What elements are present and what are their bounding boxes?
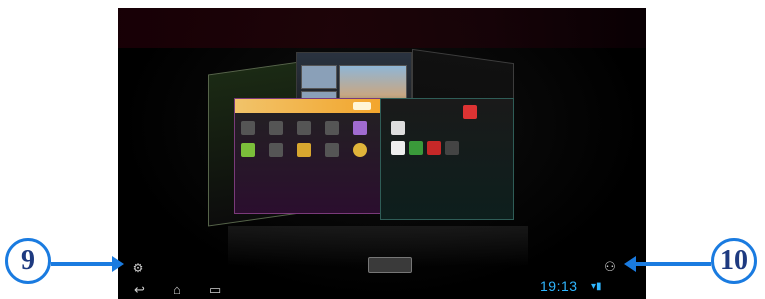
callout-arrow-right — [624, 256, 711, 272]
callout-arrow-left — [51, 256, 124, 272]
back-icon[interactable]: ↩ — [134, 283, 145, 296]
callout-label: 9 — [21, 245, 35, 276]
notification-icon[interactable]: ⚇ — [603, 260, 617, 274]
app-icon[interactable] — [325, 121, 339, 135]
app-icon[interactable] — [353, 121, 367, 135]
app-icon[interactable] — [241, 121, 255, 135]
app-icon[interactable] — [463, 105, 477, 119]
app-icon[interactable] — [353, 143, 367, 157]
app-icon[interactable] — [391, 121, 405, 135]
app-icon[interactable] — [269, 121, 283, 135]
wallpaper-glow — [118, 8, 646, 48]
app-grid — [241, 121, 371, 157]
home-icon[interactable]: ⌂ — [173, 283, 181, 296]
callout-label: 10 — [720, 245, 748, 276]
app-icon[interactable] — [325, 143, 339, 157]
app-icon[interactable] — [269, 143, 283, 157]
recent-apps-carousel[interactable] — [208, 48, 528, 228]
header-pill — [353, 102, 371, 110]
app-icon[interactable] — [297, 121, 311, 135]
wifi-battery-icons: ▾▮ — [591, 281, 602, 292]
thumbnail — [301, 65, 337, 89]
callout-10: 10 — [711, 238, 757, 284]
android-screen — [118, 8, 646, 299]
callout-9: 9 — [5, 238, 51, 284]
settings-gear-icon[interactable]: ⚙ — [132, 262, 144, 274]
app-icon[interactable] — [391, 141, 405, 155]
carousel-panel-front-launcher[interactable] — [234, 98, 384, 214]
carousel-panel-front-right[interactable] — [380, 98, 514, 220]
app-icon[interactable] — [241, 143, 255, 157]
app-icon[interactable] — [445, 141, 459, 155]
app-icon[interactable] — [297, 143, 311, 157]
recent-apps-icon[interactable]: ▭ — [209, 283, 221, 296]
status-clock: 19:13 — [540, 278, 578, 294]
media-control-widget[interactable] — [368, 257, 412, 273]
app-icon[interactable] — [409, 141, 423, 155]
app-icon[interactable] — [427, 141, 441, 155]
launcher-header — [235, 99, 383, 113]
